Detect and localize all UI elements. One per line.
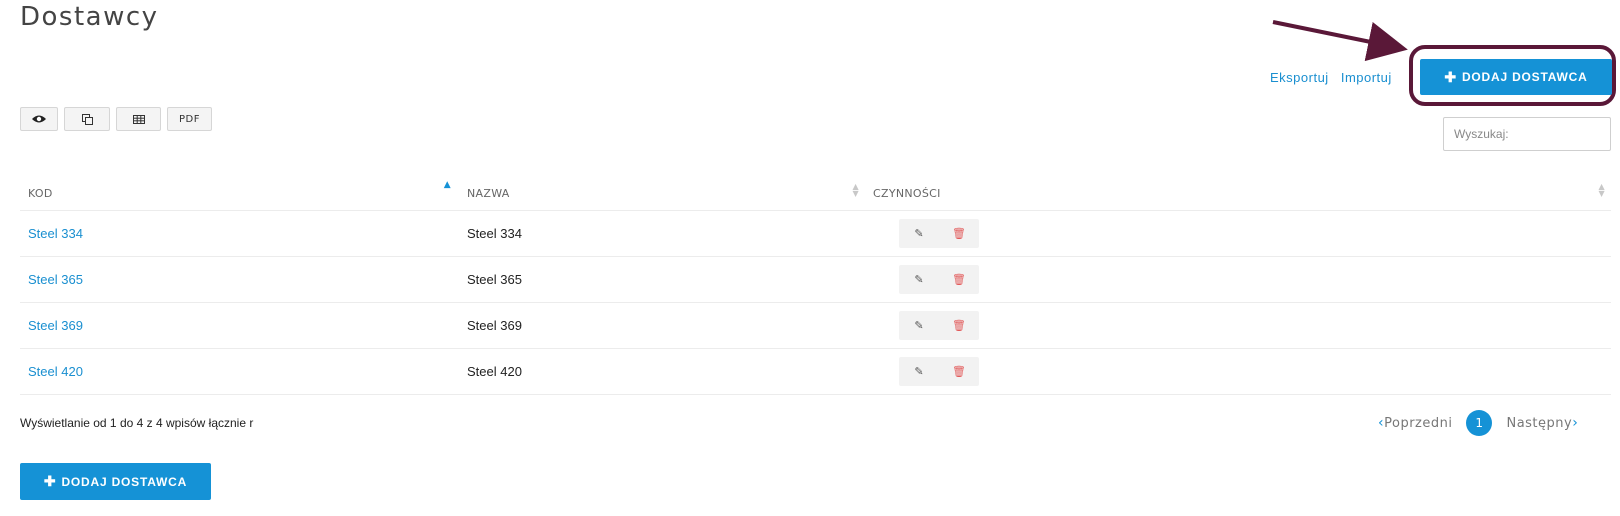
supplier-name: Steel 365 [467, 272, 522, 287]
plus-icon: ✚ [43, 473, 57, 489]
sort-ascending-icon: ▲ [443, 180, 451, 190]
trash-icon[interactable]: 🗑 [939, 311, 979, 340]
supplier-name: Steel 334 [467, 226, 522, 241]
supplier-name: Steel 420 [467, 364, 522, 379]
trash-icon[interactable]: 🗑 [939, 219, 979, 248]
column-header-czynnosci-label: CZYNNOŚCI [873, 187, 941, 200]
table-row: Steel 334 Steel 334 ✎ 🗑 [20, 211, 1611, 257]
edit-icon[interactable]: ✎ [899, 357, 939, 386]
column-header-czynnosci[interactable]: CZYNNOŚCI ▲ ▼ [865, 177, 1611, 210]
row-actions: ✎ 🗑 [899, 357, 979, 386]
edit-icon[interactable]: ✎ [899, 265, 939, 294]
add-supplier-label: DODAJ DOSTAWCA [1461, 70, 1588, 84]
table-row: Steel 420 Steel 420 ✎ 🗑 [20, 349, 1611, 395]
previous-page-link[interactable]: Poprzedni [1384, 416, 1452, 431]
export-link[interactable]: Eksportuj [1270, 70, 1329, 85]
copy-icon [81, 113, 93, 125]
plus-icon: ✚ [1444, 68, 1457, 85]
import-link[interactable]: Importuj [1341, 70, 1392, 85]
column-header-kod[interactable]: KOD ▲ [20, 177, 459, 210]
table-icon [132, 114, 145, 124]
header-links: Eksportuj Importuj [1270, 70, 1400, 85]
add-supplier-button-bottom[interactable]: ✚ DODAJ DOSTAWCA [20, 463, 211, 500]
sort-icon: ▲ ▼ [1598, 182, 1605, 198]
column-header-kod-label: KOD [28, 187, 53, 200]
table-row: Steel 365 Steel 365 ✎ 🗑 [20, 257, 1611, 303]
column-header-nazwa[interactable]: NAZWA ▲ ▼ [459, 177, 865, 210]
supplier-code-link[interactable]: Steel 420 [28, 364, 83, 379]
supplier-code-link[interactable]: Steel 334 [28, 226, 83, 241]
column-header-nazwa-label: NAZWA [467, 187, 510, 200]
trash-icon[interactable]: 🗑 [939, 265, 979, 294]
add-supplier-button[interactable]: ✚ DODAJ DOSTAWCA [1420, 59, 1612, 95]
search-input[interactable] [1443, 117, 1611, 151]
suppliers-table: KOD ▲ NAZWA ▲ ▼ CZYNNOŚCI ▲ ▼ Steel 334 St… [20, 177, 1611, 395]
column-visibility-button[interactable] [20, 107, 58, 131]
table-row: Steel 369 Steel 369 ✎ 🗑 [20, 303, 1611, 349]
pagination: ‹ Poprzedni 1 Następny › [1378, 410, 1578, 436]
edit-icon[interactable]: ✎ [899, 219, 939, 248]
sort-icon: ▲ ▼ [852, 182, 859, 198]
current-page-button[interactable]: 1 [1466, 410, 1493, 436]
edit-icon[interactable]: ✎ [899, 311, 939, 340]
table-info: Wyświetlanie od 1 do 4 z 4 wpisów łączni… [20, 416, 254, 430]
eye-icon [32, 115, 46, 123]
copy-button[interactable] [64, 107, 110, 131]
supplier-code-link[interactable]: Steel 365 [28, 272, 83, 287]
row-actions: ✎ 🗑 [899, 219, 979, 248]
row-actions: ✎ 🗑 [899, 311, 979, 340]
excel-button[interactable] [116, 107, 161, 131]
export-toolbar: PDF [20, 107, 212, 131]
table-header: KOD ▲ NAZWA ▲ ▼ CZYNNOŚCI ▲ ▼ [20, 177, 1611, 211]
row-actions: ✎ 🗑 [899, 265, 979, 294]
add-supplier-label: DODAJ DOSTAWCA [61, 474, 188, 489]
page-title: Dostawcy [20, 2, 159, 32]
trash-icon[interactable]: 🗑 [939, 357, 979, 386]
supplier-name: Steel 369 [467, 318, 522, 333]
pdf-button[interactable]: PDF [167, 107, 212, 131]
next-page-link[interactable]: Następny [1506, 416, 1572, 431]
supplier-code-link[interactable]: Steel 369 [28, 318, 83, 333]
chevron-right-icon: › [1572, 415, 1579, 431]
